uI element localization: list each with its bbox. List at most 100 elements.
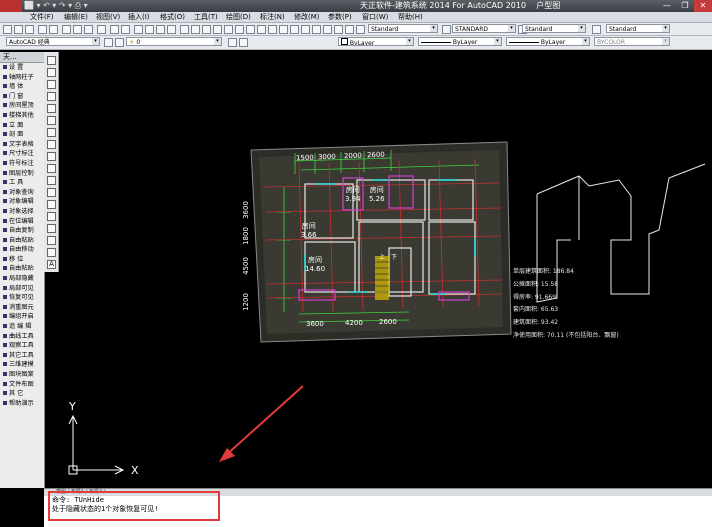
properties-icon[interactable] (180, 25, 189, 34)
menu-modify[interactable]: 修改(M) (294, 12, 320, 22)
sidebar-item[interactable]: 剖 面 (0, 130, 44, 140)
insert-block-icon[interactable] (47, 188, 56, 197)
table-icon[interactable] (301, 25, 310, 34)
menu-insert[interactable]: 插入(I) (128, 12, 150, 22)
menu-parameters[interactable]: 参数(P) (328, 12, 352, 22)
sidebar-item[interactable]: 帮助演示 (0, 399, 44, 409)
polyline-icon[interactable] (47, 80, 56, 89)
point-icon[interactable] (47, 212, 56, 221)
sidebar-item[interactable]: 自由粘贴 (0, 236, 44, 246)
multileader-style-combo[interactable]: Standard ▾ (606, 24, 670, 33)
color-combo[interactable]: ByLayer ▾ (338, 37, 414, 46)
layer-combo[interactable]: ☀ 0 ▾ (126, 37, 222, 46)
sidebar-item[interactable]: 符号标注 (0, 159, 44, 169)
line-icon[interactable] (47, 56, 56, 65)
menu-view[interactable]: 视图(V) (96, 12, 120, 22)
close-button[interactable]: ✕ (694, 0, 712, 12)
hatch-icon[interactable] (290, 25, 299, 34)
cut-icon[interactable] (62, 25, 71, 34)
sidebar-item[interactable]: 门 窗 (0, 92, 44, 102)
gradient-icon[interactable] (47, 236, 56, 245)
osnap-icon[interactable] (334, 25, 343, 34)
sidebar-item[interactable]: 在位编辑 (0, 217, 44, 227)
sidebar-item[interactable]: 追 编 辑 (0, 322, 44, 332)
sidebar-item[interactable]: 自由复制 (0, 226, 44, 236)
undo-icon[interactable] (110, 25, 119, 34)
sidebar-item[interactable]: 曲线工具 (0, 332, 44, 342)
zoom-realtime-icon[interactable] (145, 25, 154, 34)
tool-palette-icon[interactable] (202, 25, 211, 34)
make-block-icon[interactable] (47, 200, 56, 209)
sidebar-item[interactable]: 恢复可见 (0, 293, 44, 303)
sheet-set-icon[interactable] (246, 25, 255, 34)
quick-access-toolbar[interactable]: ⬜ ▾ ↶ ▾ ↷ ▾ ⎙ ▾ (24, 1, 88, 11)
sidebar-item[interactable]: 工 具 (0, 178, 44, 188)
sidebar-item[interactable]: 编组开启 (0, 312, 44, 322)
match-properties-icon[interactable] (97, 25, 106, 34)
circle-icon[interactable] (47, 128, 56, 137)
quickcalc-icon[interactable] (257, 25, 266, 34)
sidebar-item[interactable]: 局部隐藏 (0, 274, 44, 284)
lineweight-combo[interactable]: ByLayer ▾ (506, 37, 590, 46)
sidebar-item[interactable]: 观察工具 (0, 341, 44, 351)
dim-style-icon[interactable] (442, 25, 451, 34)
construction-line-icon[interactable] (47, 68, 56, 77)
make-current-icon[interactable] (228, 38, 237, 47)
menu-dimension[interactable]: 标注(N) (260, 12, 285, 22)
dim-icon[interactable] (323, 25, 332, 34)
menu-file[interactable]: 文件(F) (30, 12, 54, 22)
sidebar-item[interactable]: 图层控制 (0, 169, 44, 179)
hatch-icon[interactable] (47, 224, 56, 233)
copy-icon[interactable] (73, 25, 82, 34)
spline-icon[interactable] (47, 152, 56, 161)
layer-properties-icon[interactable] (104, 38, 113, 47)
sidebar-item[interactable]: 图块图案 (0, 370, 44, 380)
table-style-combo[interactable]: Standard ▾ (522, 24, 586, 33)
sidebar-item[interactable]: 文字表格 (0, 140, 44, 150)
sidebar-item[interactable]: 局部可见 (0, 284, 44, 294)
open-icon[interactable] (14, 25, 23, 34)
layer-icon[interactable] (268, 25, 277, 34)
preview-icon[interactable] (49, 25, 58, 34)
region-icon[interactable] (47, 248, 56, 257)
sidebar-item[interactable]: 自由移动 (0, 245, 44, 255)
save-icon[interactable] (25, 25, 34, 34)
layer-previous-icon[interactable] (239, 38, 248, 47)
menu-tools[interactable]: 工具(T) (194, 12, 218, 22)
sidebar-item[interactable]: 对象查询 (0, 188, 44, 198)
layer-state-icon[interactable] (115, 38, 124, 47)
sidebar-item[interactable]: 消重图元 (0, 303, 44, 313)
ellipse-arc-icon[interactable] (47, 176, 56, 185)
markup-icon[interactable] (235, 25, 244, 34)
pan-icon[interactable] (134, 25, 143, 34)
sidebar-item[interactable]: 轴网柱子 (0, 73, 44, 83)
grid-icon[interactable] (345, 25, 354, 34)
new-icon[interactable] (3, 25, 12, 34)
sidebar-item[interactable]: 尺寸标注 (0, 149, 44, 159)
polygon-icon[interactable] (47, 92, 56, 101)
sidebar-item[interactable]: 设 置 (0, 63, 44, 73)
sidebar-item[interactable]: 墙 体 (0, 82, 44, 92)
menu-edit[interactable]: 编辑(E) (64, 12, 88, 22)
maximize-button[interactable]: ❐ (676, 0, 694, 12)
sidebar-item[interactable]: 对象编辑 (0, 197, 44, 207)
minimize-button[interactable]: — (658, 0, 676, 12)
print-icon[interactable] (38, 25, 47, 34)
sidebar-item[interactable]: 立 面 (0, 121, 44, 131)
sidebar-item[interactable]: 其它工具 (0, 351, 44, 361)
zoom-previous-icon[interactable] (167, 25, 176, 34)
sidebar-item[interactable]: 其 它 (0, 389, 44, 399)
autocad-logo-icon[interactable] (0, 0, 22, 12)
menu-format[interactable]: 格式(O) (160, 12, 185, 22)
sidebar-item[interactable]: 自由粘贴 (0, 264, 44, 274)
multileader-style-icon[interactable] (592, 25, 601, 34)
sidebar-item[interactable]: 三维建模 (0, 360, 44, 370)
rectangle-icon[interactable] (47, 104, 56, 113)
sidebar-item[interactable]: 文件布图 (0, 380, 44, 390)
linetype-combo[interactable]: ByLayer ▾ (418, 37, 502, 46)
redo-icon[interactable] (121, 25, 130, 34)
zoom-window-icon[interactable] (156, 25, 165, 34)
menu-help[interactable]: 帮助(H) (398, 12, 423, 22)
arc-icon[interactable] (47, 116, 56, 125)
design-center-icon[interactable] (191, 25, 200, 34)
